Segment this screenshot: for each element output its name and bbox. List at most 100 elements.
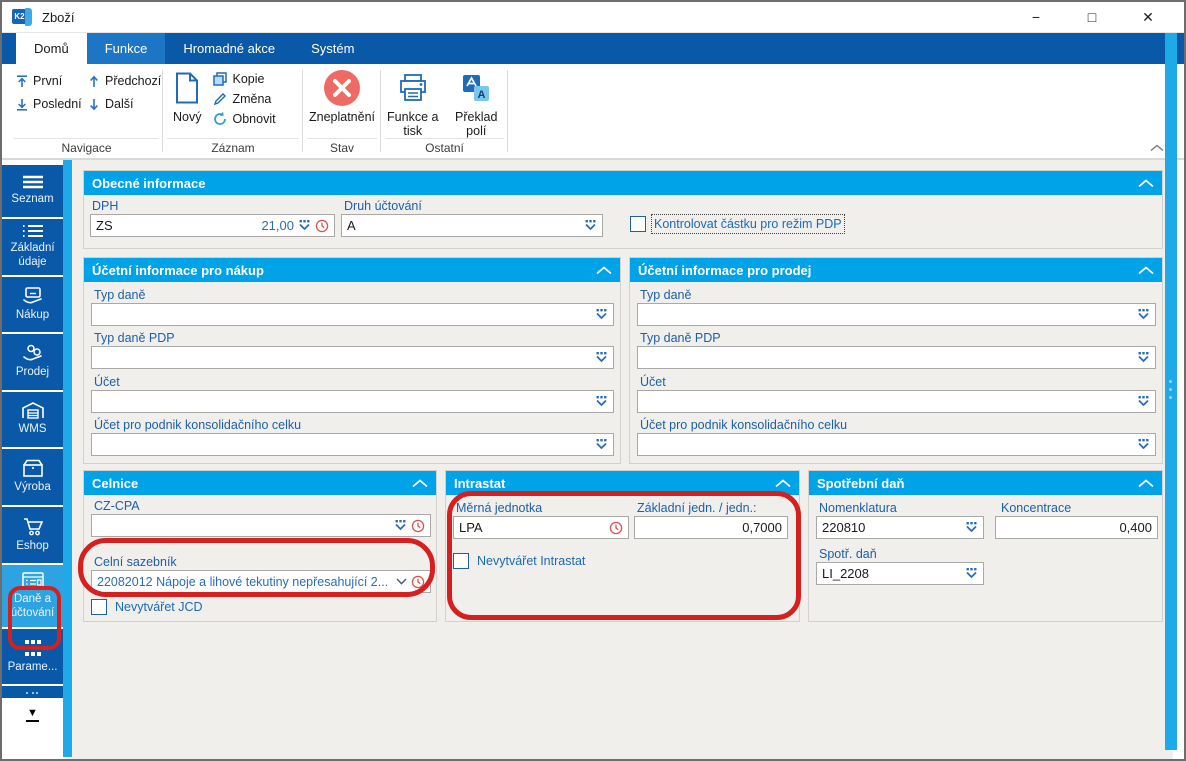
dropdown-icon[interactable]: [1137, 309, 1150, 320]
zakladni-jedn-field[interactable]: 0,7000: [634, 516, 788, 539]
sidebar-item-seznam[interactable]: Seznam: [2, 165, 63, 217]
collapse-chevron-icon[interactable]: [775, 478, 791, 488]
cz-cpa-field[interactable]: [91, 514, 431, 537]
arrow-up-to-bar-icon: [16, 74, 28, 88]
typ-dane-pdp-field[interactable]: [637, 346, 1156, 369]
pencil-icon: [213, 92, 227, 106]
typ-dane-label: Typ daně: [94, 288, 146, 302]
dropdown-icon[interactable]: [298, 220, 311, 231]
pdp-checkbox[interactable]: [630, 216, 646, 232]
dropdown-icon[interactable]: [595, 352, 608, 363]
sidebar-item-dane-a-uctovani[interactable]: Daně a účtování: [2, 565, 63, 627]
sidebar-item-parametry[interactable]: Parame...: [2, 629, 63, 684]
dropdown-icon[interactable]: [584, 220, 597, 231]
history-clock-icon[interactable]: [411, 519, 425, 533]
sidebar-item-wms[interactable]: WMS: [2, 392, 63, 447]
ucet-label: Účet: [640, 375, 666, 389]
new-document-icon: [174, 70, 200, 106]
dalsi-button[interactable]: Další: [88, 97, 166, 111]
typ-dane-field[interactable]: [637, 303, 1156, 326]
sidebar: Seznam Základní údaje Nákup Prodej WMS V…: [2, 160, 63, 759]
obnovit-button[interactable]: Obnovit: [213, 112, 276, 126]
collapse-chevron-icon[interactable]: [1138, 478, 1154, 488]
ucet-konsolidace-field[interactable]: [91, 433, 614, 456]
dropdown-icon[interactable]: [595, 439, 608, 450]
sidebar-item-eshop[interactable]: Eshop: [2, 507, 63, 563]
sidebar-item-vyroba[interactable]: Výroba: [2, 449, 63, 505]
dropdown-icon[interactable]: [595, 396, 608, 407]
ucet-label: Účet: [94, 375, 120, 389]
collapse-chevron-icon[interactable]: [596, 265, 612, 275]
collapse-chevron-icon[interactable]: [412, 478, 428, 488]
celni-sazebnik-field[interactable]: 22082012 Nápoje a lihové tekutiny nepřes…: [91, 570, 431, 593]
tab-funkce[interactable]: Funkce: [86, 33, 166, 64]
svg-text:A: A: [478, 89, 486, 101]
tab-system[interactable]: Systém: [293, 33, 372, 64]
history-clock-icon[interactable]: [609, 521, 623, 535]
typ-dane-pdp-field[interactable]: [91, 346, 614, 369]
dph-label: DPH: [92, 199, 119, 213]
panel-ucetni-prodej: Účetní informace pro prodej Typ daně Typ…: [629, 257, 1163, 464]
dropdown-icon[interactable]: [1137, 439, 1150, 450]
tab-domu[interactable]: Domů: [16, 33, 87, 64]
sidebar-item-zakladni-udaje[interactable]: Základní údaje: [2, 219, 63, 275]
minimize-button[interactable]: −: [1026, 9, 1046, 26]
history-clock-icon[interactable]: [315, 219, 329, 233]
intrastat-checkbox[interactable]: [453, 553, 469, 569]
panel-celnice: Celnice CZ-CPA Celní sazebník 22082012 N…: [83, 470, 437, 622]
posledni-button[interactable]: Poslední: [16, 97, 88, 111]
dropdown-icon[interactable]: [595, 309, 608, 320]
ucet-field[interactable]: [637, 390, 1156, 413]
zmena-button[interactable]: Změna: [213, 92, 275, 106]
history-clock-icon[interactable]: [411, 575, 425, 589]
panel-spotrebni-dan: Spotřební daň Nomenklatura 220810 Koncen…: [808, 470, 1163, 622]
dropdown-icon[interactable]: [965, 568, 978, 579]
hand-coins-icon: [21, 344, 45, 362]
dph-field[interactable]: ZS 21,00: [90, 214, 335, 237]
ucet-konsolidace-label: Účet pro podnik konsolidačního celku: [640, 418, 848, 432]
collapse-chevron-icon[interactable]: [1138, 178, 1154, 188]
ucet-field[interactable]: [91, 390, 614, 413]
tax-form-icon: [21, 572, 44, 589]
hand-card-icon: [21, 286, 45, 305]
kopie-button[interactable]: Kopie: [213, 72, 275, 86]
sidebar-item-nakup[interactable]: Nákup: [2, 277, 63, 332]
sidebar-more-button[interactable]: ▼: [2, 700, 63, 730]
predchozi-button[interactable]: Předchozí: [88, 74, 166, 88]
spotr-dan-field[interactable]: LI_2208: [816, 562, 984, 585]
right-splitter-scrollbar[interactable]: [1165, 33, 1177, 750]
nomenklatura-field[interactable]: 220810: [816, 516, 984, 539]
typ-dane-pdp-label: Typ daně PDP: [94, 331, 175, 345]
typ-dane-field[interactable]: [91, 303, 614, 326]
dropdown-icon[interactable]: [1137, 396, 1150, 407]
close-button[interactable]: ✕: [1138, 9, 1158, 26]
collapse-chevron-icon[interactable]: [1138, 265, 1154, 275]
jcd-checkbox[interactable]: [91, 599, 107, 615]
tab-hromadne-akce[interactable]: Hromadné akce: [165, 33, 293, 64]
dropdown-icon[interactable]: [394, 520, 407, 531]
grid-icon: [24, 639, 42, 657]
group-label-navigace: Navigace: [14, 138, 159, 156]
sidebar-splitter[interactable]: [63, 160, 72, 757]
typ-dane-label: Typ daně: [640, 288, 692, 302]
sidebar-item-prodej[interactable]: Prodej: [2, 334, 63, 390]
intrastat-checkbox-label[interactable]: Nevytvářet Intrastat: [477, 554, 585, 568]
merna-jednotka-field[interactable]: LPA: [453, 516, 629, 539]
prvni-button[interactable]: První: [16, 74, 88, 88]
koncentrace-field[interactable]: 0,400: [995, 516, 1158, 539]
ribbon-group-zaznam: Nový Kopie Změna Obnovit Záznam: [163, 64, 303, 158]
dropdown-icon[interactable]: [965, 522, 978, 533]
sidebar-item-partial[interactable]: [2, 686, 63, 698]
chevron-down-more-icon: ▼: [26, 708, 39, 722]
druh-uctovani-field[interactable]: A: [341, 214, 603, 237]
jcd-checkbox-label[interactable]: Nevytvářet JCD: [115, 600, 203, 614]
dropdown-icon[interactable]: [1137, 352, 1150, 363]
maximize-button[interactable]: □: [1082, 9, 1102, 26]
ucet-konsolidace-field[interactable]: [637, 433, 1156, 456]
panel-ucetni-nakup: Účetní informace pro nákup Typ daně Typ …: [83, 257, 621, 464]
detail-list-icon: [22, 224, 44, 238]
collapse-ribbon-chevron-icon[interactable]: [1150, 144, 1164, 152]
pdp-checkbox-label[interactable]: Kontrolovat částku pro režim PDP: [651, 214, 845, 234]
jcd-checkbox-row: Nevytvářet JCD: [91, 599, 203, 615]
chevron-down-icon[interactable]: [396, 578, 407, 585]
